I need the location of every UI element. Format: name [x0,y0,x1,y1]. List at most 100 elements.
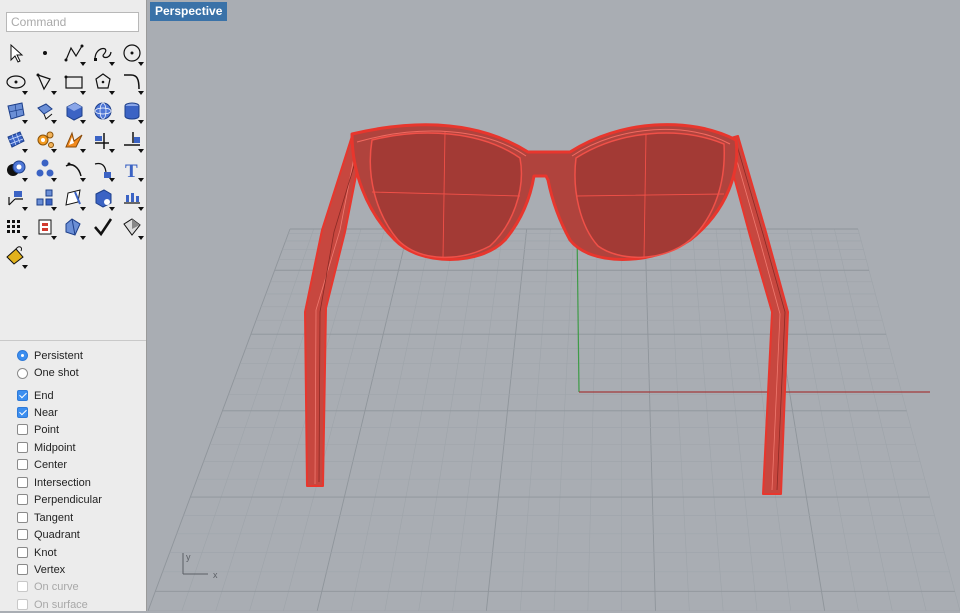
grid-tool-button[interactable] [2,213,31,242]
osnap-midpoint[interactable]: Midpoint [17,439,76,456]
flyout-indicator [109,178,115,182]
flyout-indicator [22,120,28,124]
rectangle-tool-button[interactable] [60,68,89,97]
polyline-tool-button[interactable] [60,39,89,68]
boolean-tool-button[interactable] [2,155,31,184]
surface-tool-button[interactable] [2,97,31,126]
explode-icon [63,129,85,151]
checkbox[interactable] [17,494,28,505]
paint-tool-button[interactable] [2,242,31,271]
checkbox[interactable] [17,547,28,558]
checkbox[interactable] [17,512,28,523]
checkbox[interactable] [17,477,28,488]
perspective-viewport[interactable]: y x Perspective [148,0,960,611]
circle-icon [121,42,143,64]
osnap-intersection[interactable]: Intersection [17,474,91,491]
render-tool-button[interactable] [118,213,147,242]
osnap-mode-one-shot[interactable]: One shot [17,365,79,382]
polygon-icon [92,71,114,93]
tool-palette: T [2,39,147,271]
group-tool-button[interactable] [31,155,60,184]
gear-tool-button[interactable] [31,126,60,155]
command-input[interactable] [6,12,139,32]
mesh-tool-button[interactable] [2,126,31,155]
extrude-icon [34,100,56,122]
osnap-label: Point [34,424,59,436]
gear-icon [34,129,56,151]
viewport-tab-perspective[interactable]: Perspective [150,2,227,21]
checkbox[interactable] [17,459,28,470]
text-tool-button[interactable]: T [118,155,147,184]
group-icon [34,158,56,180]
flyout-indicator [51,120,57,124]
osnap-mode-persistent[interactable]: Persistent [17,347,83,364]
flyout-indicator [109,91,115,95]
align-tool-button[interactable] [118,184,147,213]
flyout-indicator [51,207,57,211]
explode-tool-button[interactable] [60,126,89,155]
cylinder-tool-button[interactable] [118,97,147,126]
checkbox[interactable] [17,407,28,418]
array-tool-button[interactable] [31,184,60,213]
osnap-label: On surface [34,599,88,611]
circle-tool-button[interactable] [118,39,147,68]
trim-tool-button[interactable] [89,126,118,155]
flyout-indicator [80,149,86,153]
osnap-perpendicular[interactable]: Perpendicular [17,491,102,508]
transform-tool-button[interactable] [89,155,118,184]
analyze-tool-button[interactable] [60,213,89,242]
checkbox[interactable] [17,564,28,575]
curve-tool-tool-button[interactable] [60,155,89,184]
svg-text:T: T [125,161,138,180]
radio-button[interactable] [17,350,28,361]
osnap-near[interactable]: Near [17,404,58,421]
flyout-indicator [22,178,28,182]
flyout-indicator [22,236,28,240]
osnap-tangent[interactable]: Tangent [17,509,73,526]
right-temple [724,136,788,494]
cylinder-icon [121,100,143,122]
osnap-vertex[interactable]: Vertex [17,561,65,578]
construction-grid [148,229,960,611]
checkbox[interactable] [17,529,28,540]
osnap-point[interactable]: Point [17,421,59,438]
flyout-indicator [138,236,144,240]
viewport-scene: y x [148,0,960,611]
point-tool-button[interactable] [31,39,60,68]
select-arrow-tool-button[interactable] [2,39,31,68]
flyout-indicator [138,207,144,211]
history-tool-button[interactable] [31,213,60,242]
ellipse-icon [5,71,27,93]
curve-icon [92,42,114,64]
osnap-center[interactable]: Center [17,456,67,473]
polyline-icon [63,42,85,64]
solid-tools-tool-button[interactable] [89,184,118,213]
osnap-knot[interactable]: Knot [17,544,57,561]
flyout-indicator [51,149,57,153]
edit-tool-button[interactable] [60,184,89,213]
dimension-tool-button[interactable] [2,184,31,213]
extrude-tool-button[interactable] [31,97,60,126]
osnap-end[interactable]: End [17,387,54,404]
checkbox[interactable] [17,442,28,453]
flyout-indicator [22,91,28,95]
sphere-tool-button[interactable] [89,97,118,126]
ellipse-tool-button[interactable] [2,68,31,97]
history-icon [34,216,56,238]
left-temple [305,136,363,486]
osnap-quadrant[interactable]: Quadrant [17,526,80,543]
polygon-curve-tool-button[interactable] [31,68,60,97]
checkbox [17,599,28,610]
radio-button[interactable] [17,368,28,379]
osnap-label: Quadrant [34,529,80,541]
divider [0,340,146,341]
checkbox[interactable] [17,390,28,401]
checkbox[interactable] [17,424,28,435]
edit-icon [63,187,85,209]
box-tool-button[interactable] [60,97,89,126]
curve-tool-button[interactable] [89,39,118,68]
fillet-curve-tool-button[interactable] [118,68,147,97]
split-tool-button[interactable] [118,126,147,155]
polygon-tool-button[interactable] [89,68,118,97]
check-tool-button[interactable] [89,213,118,242]
